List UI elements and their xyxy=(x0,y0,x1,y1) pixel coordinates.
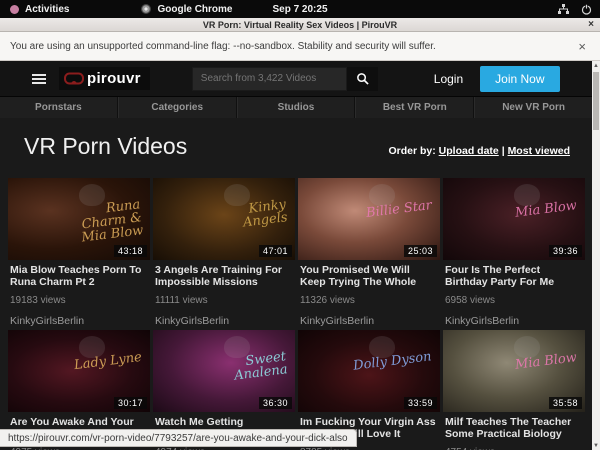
video-title[interactable]: 3 Angels Are Training For Impossible Mis… xyxy=(155,265,293,288)
scroll-down-icon[interactable]: ▼ xyxy=(592,441,600,450)
video-thumbnail[interactable]: Dolly Dyson 33:59 xyxy=(298,330,440,412)
nav-item-pornstars[interactable]: Pornstars xyxy=(0,97,118,118)
thumbnail-caption: Kinky Angels xyxy=(206,198,289,234)
nav-item-best-vr-porn[interactable]: Best VR Porn xyxy=(355,97,474,118)
chrome-warning-bar: You are using an unsupported command-lin… xyxy=(0,32,600,61)
system-top-bar: Activities Google Chrome Sep 7 20:25 xyxy=(0,0,600,18)
order-by-label: Order by: xyxy=(388,145,435,157)
order-most-viewed-link[interactable]: Most viewed xyxy=(508,145,570,157)
duration-badge: 43:18 xyxy=(114,245,147,257)
video-studio-link[interactable]: KinkyGirlsBerlin xyxy=(10,315,148,327)
scroll-up-icon[interactable]: ▲ xyxy=(592,61,600,70)
video-title[interactable]: You Promised We Will Keep Trying The Who… xyxy=(300,265,438,288)
order-by-controls: Order by: Upload date | Most viewed xyxy=(388,145,570,157)
video-studio-link[interactable]: KinkyGirlsBerlin xyxy=(155,315,293,327)
page-title: VR Porn Videos xyxy=(24,133,187,160)
hamburger-menu-icon[interactable] xyxy=(32,74,46,84)
scrollbar[interactable]: ▲ ▼ xyxy=(592,61,600,450)
duration-badge: 36:30 xyxy=(259,397,292,409)
video-views: 11326 views xyxy=(300,295,438,306)
video-thumbnail[interactable]: Billie Star25:03 xyxy=(298,178,440,260)
video-title[interactable]: Milf Teaches The Teacher Some Practical … xyxy=(445,417,583,440)
browser-viewport: pirouvr Login Join Now PornstarsCategori… xyxy=(0,61,600,450)
video-card[interactable]: Billie Star25:03 You Promised We Will Kee… xyxy=(298,178,440,328)
video-title[interactable]: Mia Blow Teaches Porn To Runa Charm Pt 2 xyxy=(10,265,148,288)
window-title-bar: VR Porn: Virtual Reality Sex Videos | Pi… xyxy=(0,18,600,32)
video-studio-link[interactable]: KinkyGirlsBerlin xyxy=(300,315,438,327)
video-views: 11111 views xyxy=(155,295,293,306)
search-icon xyxy=(356,72,369,85)
nav-item-categories[interactable]: Categories xyxy=(118,97,237,118)
video-card[interactable]: Runa Charm & Mia Blow43:18 Mia Blow Teach… xyxy=(8,178,150,328)
window-close-icon[interactable]: × xyxy=(588,19,594,30)
duration-badge: 33:59 xyxy=(404,397,437,409)
thumbnail-caption: Dolly Dyson xyxy=(353,350,433,372)
duration-badge: 39:36 xyxy=(549,245,582,257)
video-card[interactable]: Kinky Angels 47:01 3 Angels Are Training F… xyxy=(153,178,295,328)
video-title[interactable]: Four Is The Perfect Birthday Party For M… xyxy=(445,265,583,288)
status-url-text: https://pirouvr.com/vr-porn-video/779325… xyxy=(8,433,348,444)
video-thumbnail[interactable]: Sweet Analena 36:30 xyxy=(153,330,295,412)
order-upload-date-link[interactable]: Upload date xyxy=(439,145,499,157)
chrome-app-icon xyxy=(141,4,151,14)
window-title: VR Porn: Virtual Reality Sex Videos | Pi… xyxy=(203,20,397,30)
nav-item-studios[interactable]: Studios xyxy=(237,97,356,118)
thumbnail-caption: Sweet Analena xyxy=(206,350,289,386)
video-studio-link[interactable]: KinkyGirlsBerlin xyxy=(445,315,583,327)
video-views: 19183 views xyxy=(10,295,148,306)
network-icon[interactable] xyxy=(558,4,569,15)
search-button[interactable] xyxy=(347,67,378,91)
site-header: pirouvr Login Join Now xyxy=(0,61,592,96)
activities-indicator-icon xyxy=(10,5,19,14)
power-icon[interactable] xyxy=(581,4,592,15)
activities-button[interactable]: Activities xyxy=(25,4,69,15)
duration-badge: 25:03 xyxy=(404,245,437,257)
thumbnail-caption: Runa Charm & Mia Blow xyxy=(60,198,144,246)
warning-text: You are using an unsupported command-lin… xyxy=(10,41,436,52)
video-thumbnail[interactable]: Kinky Angels 47:01 xyxy=(153,178,295,260)
video-thumbnail[interactable]: Mia Blow39:36 xyxy=(443,178,585,260)
order-separator: | xyxy=(502,145,505,157)
duration-badge: 30:17 xyxy=(114,397,147,409)
clock[interactable]: Sep 7 20:25 xyxy=(0,4,600,15)
site-logo[interactable]: pirouvr xyxy=(59,67,150,90)
video-card[interactable]: Mia Blow35:58 Milf Teaches The Teacher So… xyxy=(443,330,585,450)
video-thumbnail[interactable]: Runa Charm & Mia Blow43:18 xyxy=(8,178,150,260)
app-menu-button[interactable]: Google Chrome xyxy=(157,4,232,15)
video-grid: Runa Charm & Mia Blow43:18 Mia Blow Teach… xyxy=(0,178,592,450)
search-bar xyxy=(192,67,378,91)
nav-item-new-vr-porn[interactable]: New VR Porn xyxy=(474,97,592,118)
warning-close-icon[interactable]: × xyxy=(578,39,586,54)
vr-goggles-icon xyxy=(64,72,84,85)
duration-badge: 35:58 xyxy=(549,397,582,409)
video-thumbnail[interactable]: Mia Blow35:58 xyxy=(443,330,585,412)
site-logo-text: pirouvr xyxy=(87,70,141,87)
duration-badge: 47:01 xyxy=(259,245,292,257)
join-now-button[interactable]: Join Now xyxy=(480,66,559,92)
status-bar-url: https://pirouvr.com/vr-porn-video/779325… xyxy=(0,429,357,447)
main-nav: PornstarsCategoriesStudiosBest VR PornNe… xyxy=(0,96,592,118)
login-link[interactable]: Login xyxy=(434,72,463,86)
video-thumbnail[interactable]: Lady Lyne30:17 xyxy=(8,330,150,412)
search-input[interactable] xyxy=(192,67,347,91)
video-card[interactable]: Mia Blow39:36 Four Is The Perfect Birthda… xyxy=(443,178,585,328)
scrollbar-thumb[interactable] xyxy=(593,72,599,130)
video-views: 6958 views xyxy=(445,295,583,306)
